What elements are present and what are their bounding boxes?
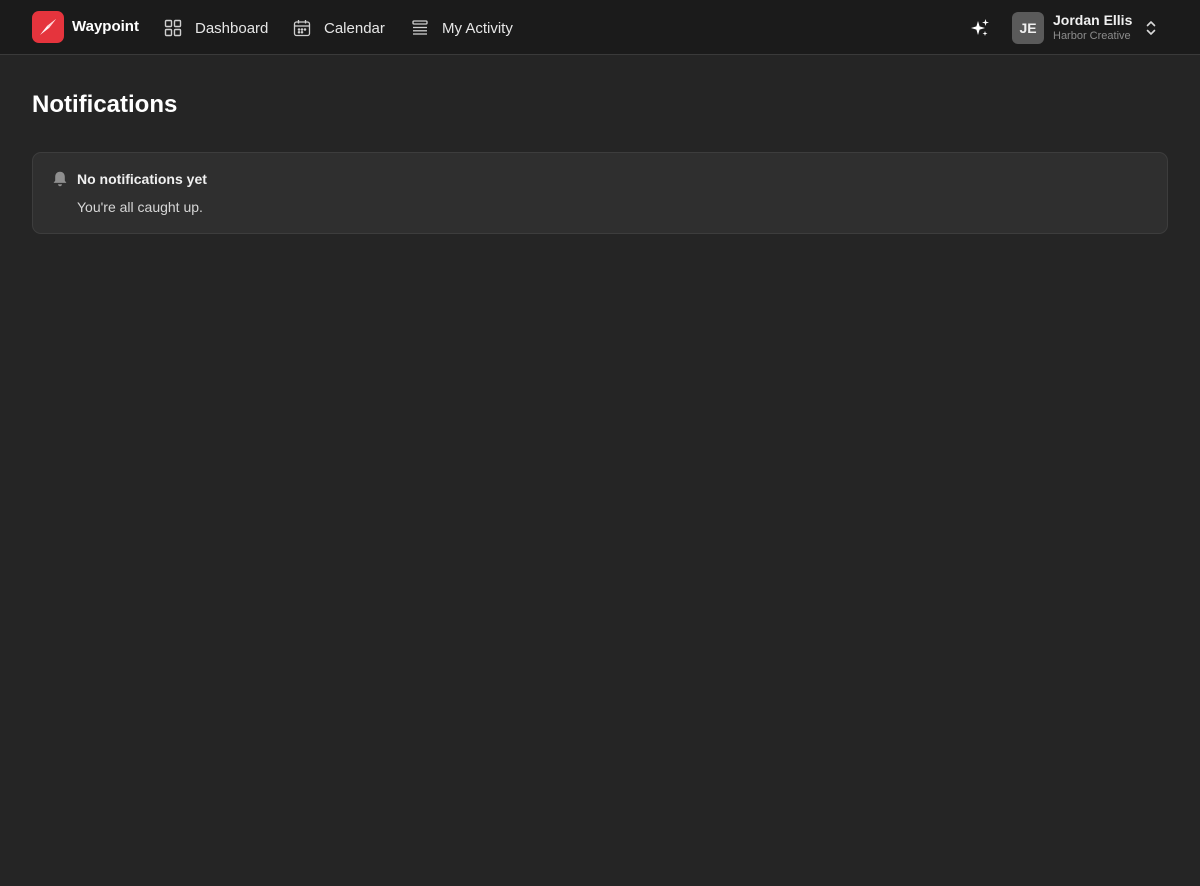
page-title: Notifications [32,91,178,118]
user-organization: Harbor Creative [1053,30,1131,42]
calendar-icon [293,19,311,37]
empty-notifications-card: No notifications yet You're all caught u… [32,152,1168,234]
empty-state-message: You're all caught up. [77,199,203,215]
nav-label-calendar: Calendar [324,19,385,37]
nav-label-dashboard: Dashboard [195,19,269,37]
nav-item-calendar[interactable]: Calendar [293,17,385,39]
user-info: Jordan Ellis Harbor Creative [1053,13,1132,42]
nav-label-my-activity: My Activity [442,19,513,37]
top-navigation-bar: Waypoint Dashboard Calendar My Activity … [0,0,1200,55]
bell-icon [51,170,69,188]
list-icon [411,19,429,37]
empty-state-title: No notifications yet [77,171,207,187]
chevron-up-down-icon [1144,19,1158,37]
nav-item-dashboard[interactable]: Dashboard [164,17,268,39]
brand-name[interactable]: Waypoint [72,17,139,37]
nav-item-my-activity[interactable]: My Activity [411,17,513,39]
waypoint-logo[interactable] [32,11,64,43]
avatar: JE [1012,11,1044,44]
account-switcher[interactable]: JE Jordan Ellis Harbor Creative [1012,11,1158,44]
sparkle-icon[interactable] [969,17,991,39]
compass-needle-icon [40,19,56,35]
user-name: Jordan Ellis [1053,12,1133,28]
grid-icon [164,19,182,37]
